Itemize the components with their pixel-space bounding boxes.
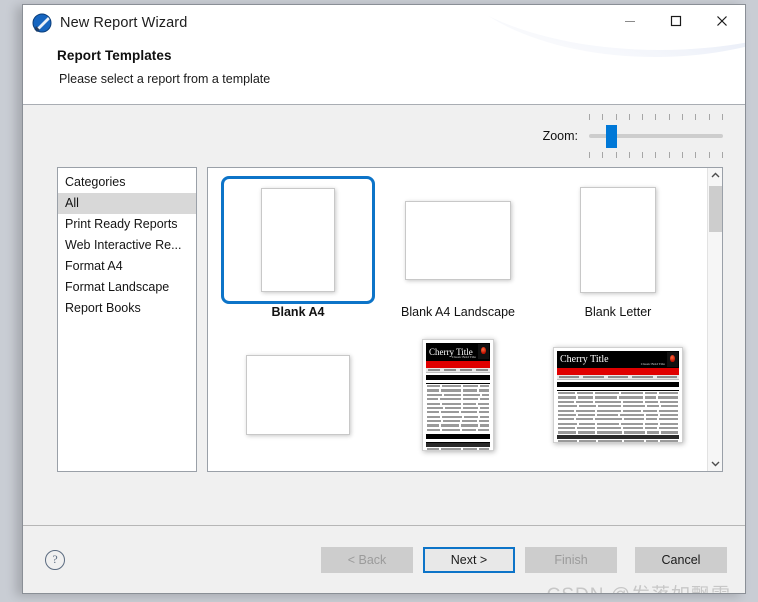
window-controls <box>607 5 745 37</box>
title-bar: New Report Wizard <box>23 5 745 41</box>
chevron-down-icon[interactable] <box>708 456 723 471</box>
next-button[interactable]: Next > <box>423 546 515 573</box>
cancel-button[interactable]: Cancel <box>635 546 727 573</box>
template-tile-cherry-title-portrait[interactable]: Cherry Title Classic Bold Title <box>378 331 538 471</box>
paper-thumbnail-landscape <box>246 355 350 435</box>
minimize-button[interactable] <box>607 5 653 37</box>
zoom-slider-ticks-bottom <box>589 152 723 158</box>
zoom-slider-ticks-top <box>589 114 723 120</box>
report-thumb-band <box>426 361 490 368</box>
cherry-logo-icon <box>667 352 678 367</box>
template-tile-blank-letter[interactable]: Blank Letter <box>538 176 698 331</box>
template-tile-blank-a4-landscape[interactable]: Blank A4 Landscape <box>378 176 538 331</box>
back-button[interactable]: < Back <box>321 546 413 573</box>
template-tile-blank-landscape-2[interactable] <box>218 331 378 471</box>
report-thumb-meta <box>426 368 490 373</box>
zoom-control-row: Zoom: <box>23 105 745 167</box>
report-thumb-rows <box>426 385 490 432</box>
category-item-format-landscape[interactable]: Format Landscape <box>58 277 196 298</box>
paper-thumbnail-portrait <box>261 188 335 292</box>
wizard-footer: ? < Back Next > Finish Cancel CSDN @发落如飘… <box>23 525 745 593</box>
page-title: Report Templates <box>57 48 172 63</box>
finish-button[interactable]: Finish <box>525 546 617 573</box>
template-tile-cherry-title-landscape[interactable]: Cherry Title Classic Bold Title <box>538 331 698 471</box>
template-thumb-frame <box>221 176 375 304</box>
new-report-wizard-window: New Report Wizard Report Templates Pleas… <box>22 4 746 594</box>
report-thumb-footer <box>426 443 490 447</box>
template-browser: Categories All Print Ready Reports Web I… <box>57 167 723 472</box>
template-thumb-frame <box>541 176 695 304</box>
watermark: CSDN @发落如飘雪 <box>547 580 731 593</box>
cherry-logo-icon <box>478 344 489 359</box>
category-item-print-ready-reports[interactable]: Print Ready Reports <box>58 214 196 235</box>
template-thumb-frame <box>221 331 375 459</box>
report-thumb-subheader <box>557 387 679 391</box>
help-icon[interactable]: ? <box>45 549 65 570</box>
report-thumb-footer <box>557 435 679 439</box>
report-thumb-subheader <box>426 380 490 384</box>
minimize-icon <box>625 21 635 22</box>
window-title: New Report Wizard <box>60 15 188 31</box>
scrollbar-thumb[interactable] <box>708 186 722 232</box>
category-item-report-books[interactable]: Report Books <box>58 298 196 319</box>
report-thumb-subtitle: Classic Bold Title <box>451 355 476 359</box>
category-item-format-a4[interactable]: Format A4 <box>58 256 196 277</box>
close-icon <box>717 16 727 26</box>
categories-header: Categories <box>65 175 126 189</box>
zoom-slider[interactable] <box>589 113 723 159</box>
zoom-label: Zoom: <box>542 129 578 143</box>
categories-list[interactable]: Categories All Print Ready Reports Web I… <box>57 167 197 472</box>
report-thumb-header: Cherry Title Classic Bold Title <box>557 351 679 368</box>
wizard-buttons: < Back Next > Finish Cancel <box>311 546 727 573</box>
wizard-body: Zoom: Categories All Print Ready Reports… <box>23 105 745 593</box>
close-button[interactable] <box>699 5 745 37</box>
report-thumb-header: Cherry Title Classic Bold Title <box>426 343 490 361</box>
report-thumbnail-landscape: Cherry Title Classic Bold Title <box>553 347 683 443</box>
template-thumb-frame: Cherry Title Classic Bold Title <box>541 331 695 459</box>
gallery-scrollbar[interactable] <box>707 168 722 471</box>
report-wizard-icon <box>31 12 53 34</box>
page-subtitle: Please select a report from a template <box>59 72 271 86</box>
template-gallery: Blank A4 Blank A4 Landscape Blank Letter… <box>207 167 723 472</box>
template-label: Blank Letter <box>584 305 652 319</box>
maximize-icon <box>670 15 682 27</box>
category-item-all[interactable]: All <box>58 193 196 214</box>
report-thumb-title: Cherry Title <box>560 354 609 365</box>
body-spacer <box>23 472 745 525</box>
report-thumb-subtitle: Classic Bold Title <box>640 362 665 366</box>
scrollbar-track[interactable] <box>708 183 723 456</box>
report-thumb-meta <box>557 375 679 380</box>
template-thumb-frame <box>381 176 535 304</box>
wizard-header: New Report Wizard Report Templates Pleas… <box>23 5 745 105</box>
screen-root: New Report Wizard Report Templates Pleas… <box>0 0 758 602</box>
paper-thumbnail-portrait <box>580 187 656 293</box>
report-thumb-band <box>557 368 679 375</box>
template-tile-blank-a4[interactable]: Blank A4 <box>218 176 378 331</box>
template-label: Blank A4 <box>271 305 325 319</box>
chevron-up-icon[interactable] <box>708 168 723 183</box>
category-item-web-interactive-reports[interactable]: Web Interactive Re... <box>58 235 196 256</box>
zoom-slider-thumb[interactable] <box>606 125 617 148</box>
report-thumbnail-portrait: Cherry Title Classic Bold Title <box>422 339 494 451</box>
template-gallery-items: Blank A4 Blank A4 Landscape Blank Letter… <box>208 168 707 471</box>
template-label: Blank A4 Landscape <box>401 305 515 319</box>
maximize-button[interactable] <box>653 5 699 37</box>
template-thumb-frame: Cherry Title Classic Bold Title <box>381 331 535 459</box>
paper-thumbnail-landscape <box>405 200 511 280</box>
